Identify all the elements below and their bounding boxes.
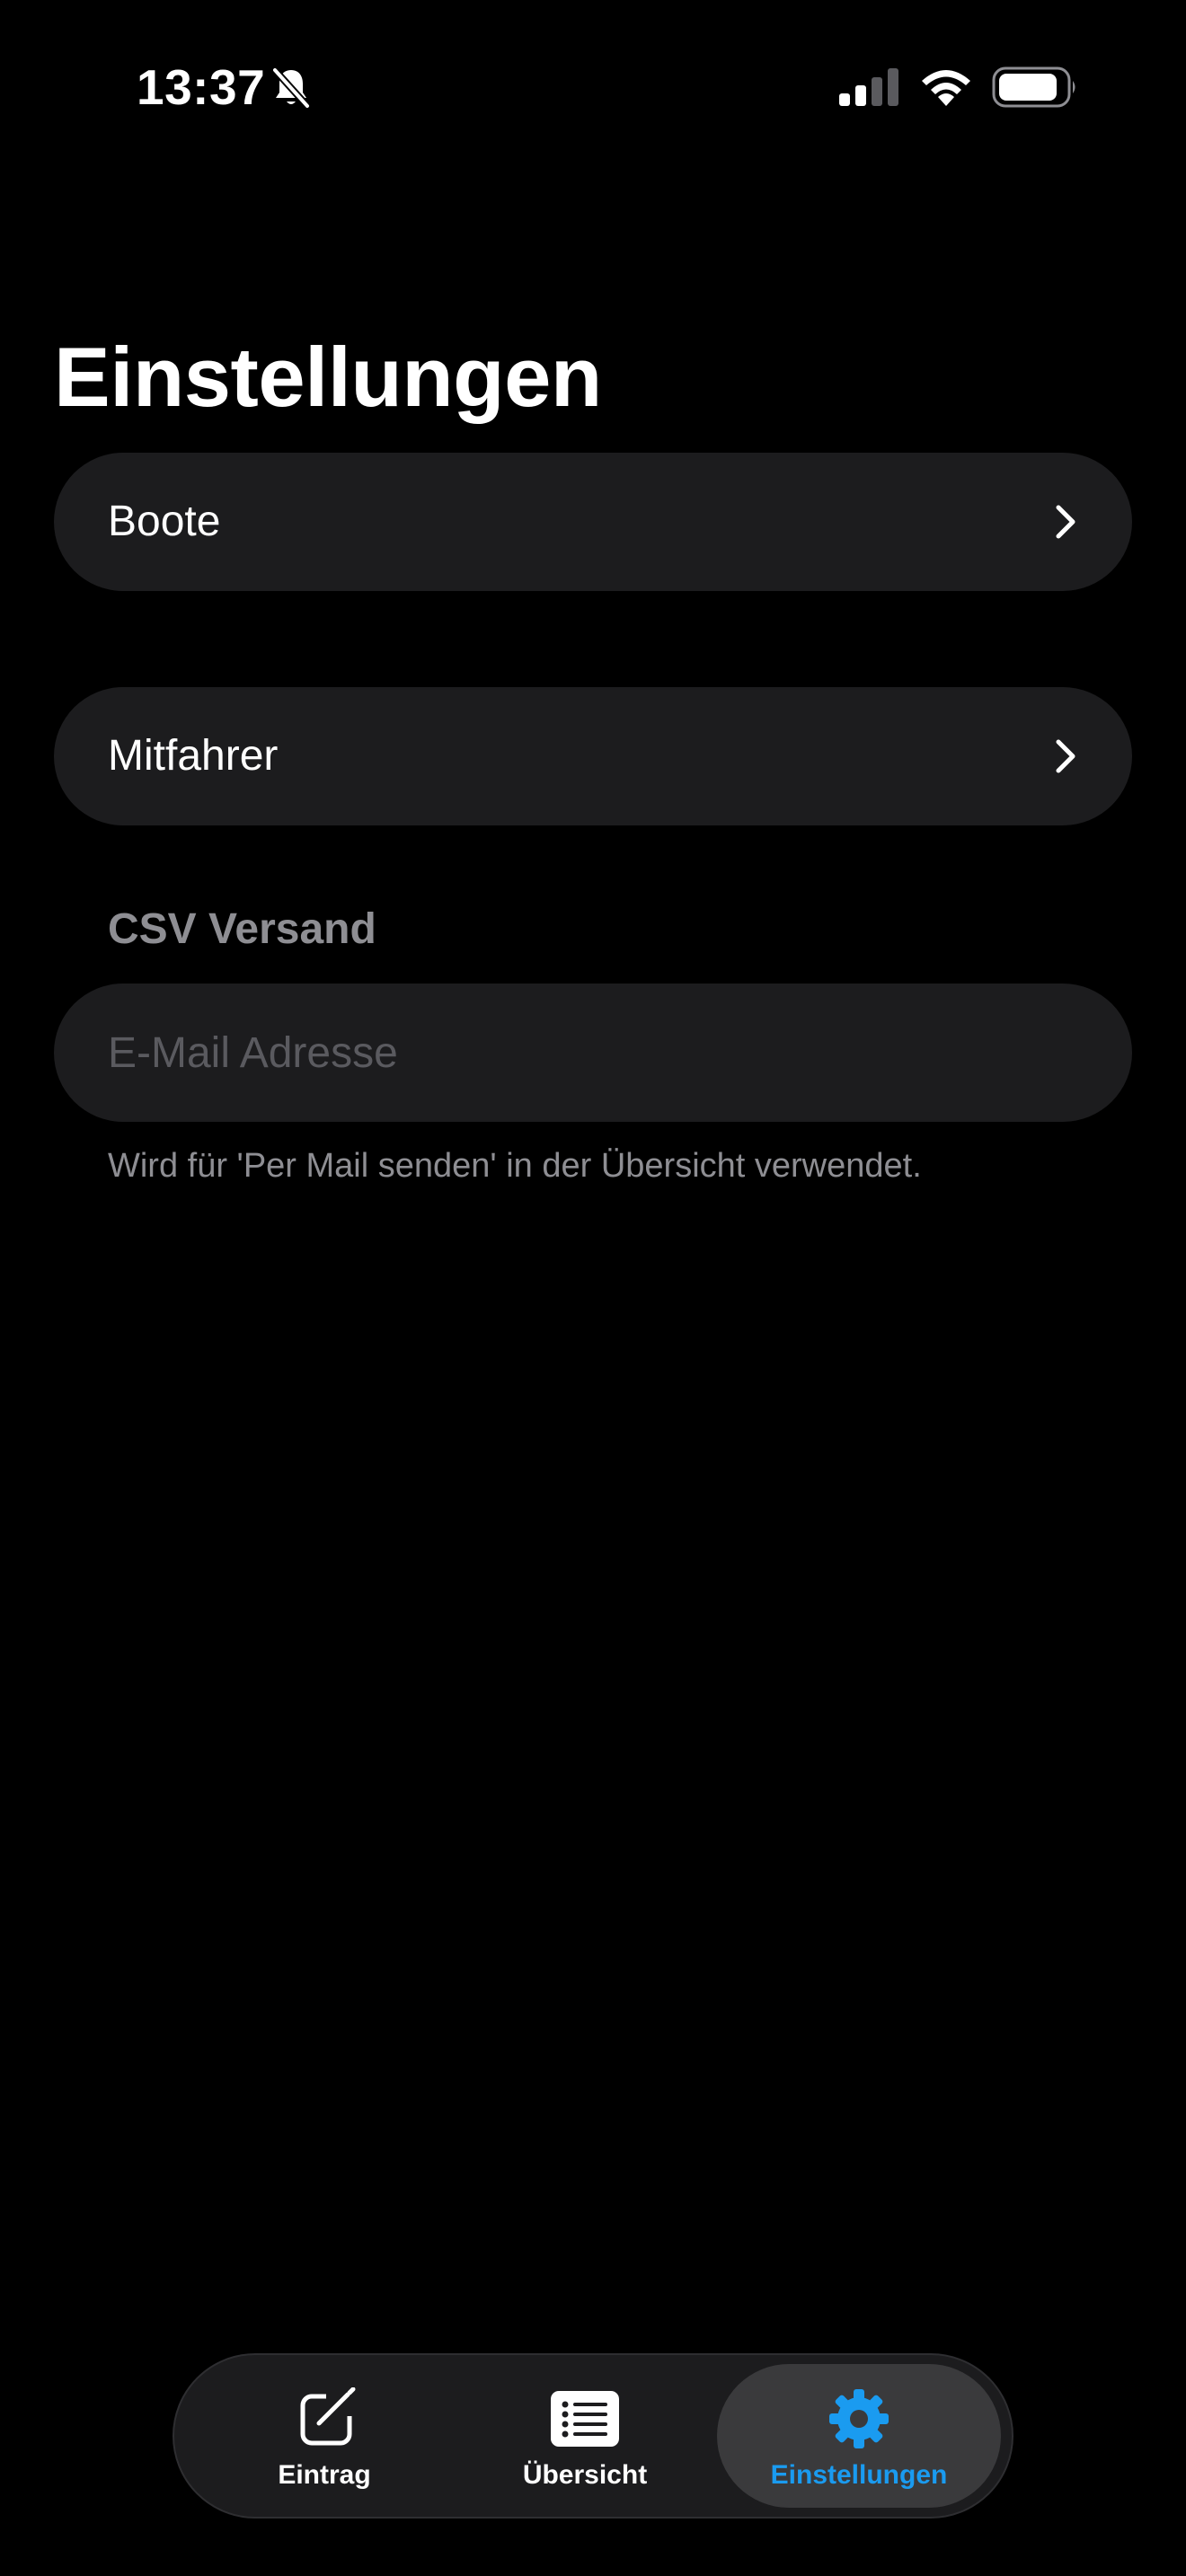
compose-icon [300,2387,358,2446]
chevron-right-icon [1056,739,1075,773]
email-field[interactable] [54,984,1132,1122]
page-title: Einstellungen [54,330,602,424]
tab-uebersicht[interactable]: Übersicht [455,2364,715,2508]
gear-icon [829,2389,889,2448]
status-bar: 13:37 [0,0,1186,171]
boote-row[interactable]: Boote [54,453,1132,591]
cellular-signal-icon [839,68,898,106]
csv-section-footer: Wird für 'Per Mail senden' in der Übersi… [108,1147,922,1185]
mitfahrer-row-label: Mitfahrer [108,732,279,780]
list-icon [551,2391,619,2447]
wifi-icon [922,70,970,106]
mitfahrer-row[interactable]: Mitfahrer [54,687,1132,825]
tab-einstellungen-label: Einstellungen [770,2460,948,2490]
tab-bar: Eintrag Übersicht Einstellungen [173,2353,1013,2519]
battery-icon [992,66,1075,108]
csv-section-header: CSV Versand [108,905,376,953]
tab-einstellungen[interactable]: Einstellungen [717,2364,1001,2508]
chevron-right-icon [1056,505,1075,539]
tab-uebersicht-label: Übersicht [522,2460,648,2490]
boote-row-label: Boote [108,498,221,545]
tab-eintrag[interactable]: Eintrag [194,2364,455,2508]
status-time: 13:37 [137,59,266,115]
bell-slash-icon [272,67,310,109]
tab-eintrag-label: Eintrag [278,2460,371,2490]
